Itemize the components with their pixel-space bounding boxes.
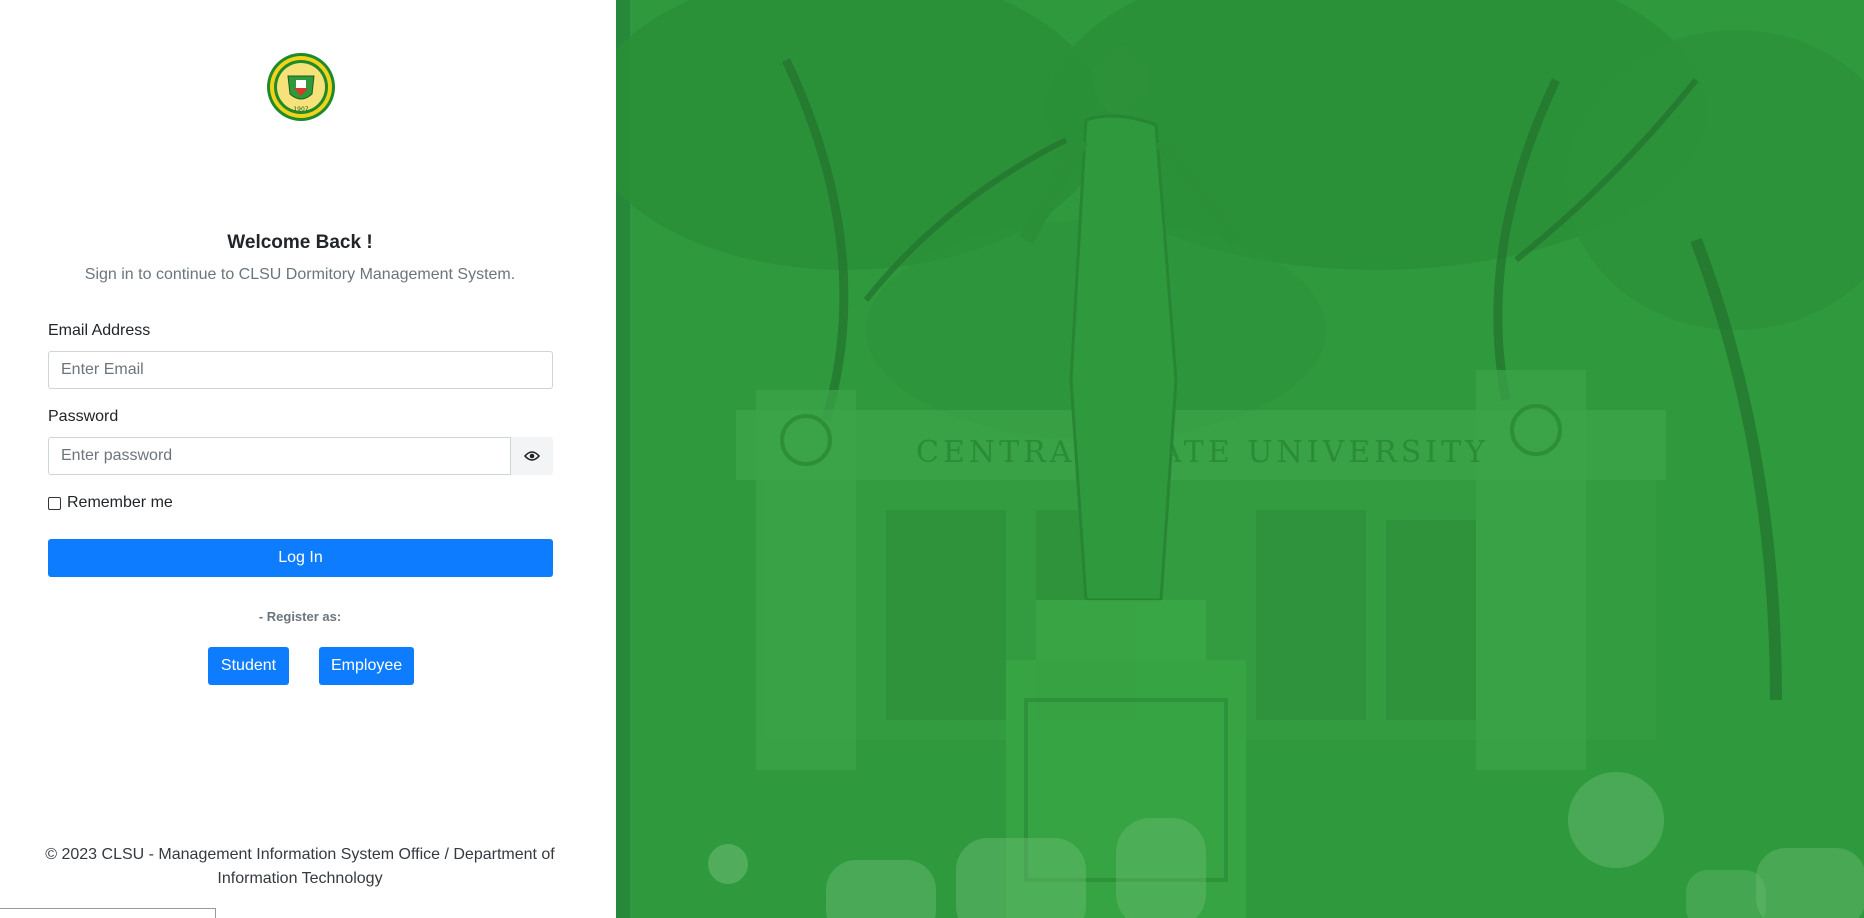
remember-me[interactable]: Remember me <box>48 494 173 512</box>
password-label: Password <box>48 408 119 425</box>
remember-label: Remember me <box>67 494 173 511</box>
password-toggle-button[interactable] <box>511 437 553 475</box>
password-field[interactable] <box>48 437 511 475</box>
login-page: 1907 Welcome Back ! Sign in to continue … <box>0 0 1864 918</box>
footer-copyright: © 2023 CLSU - Management Information Sys… <box>45 846 555 887</box>
register-student-button[interactable]: Student <box>208 647 289 685</box>
login-button[interactable]: Log In <box>48 539 553 577</box>
register-as-label: - Register as: <box>258 609 342 624</box>
page-title: Welcome Back ! <box>227 232 373 253</box>
page-subtitle: Sign in to continue to CLSU Dormitory Ma… <box>84 266 516 283</box>
clsu-seal-logo: 1907 <box>266 52 336 122</box>
eye-icon <box>524 450 540 462</box>
svg-text:CENTRAL STATE UNIVERSITY: CENTRAL STATE UNIVERSITY <box>916 435 1489 470</box>
footer-box <box>0 908 216 918</box>
email-label: Email Address <box>48 322 151 339</box>
remember-checkbox[interactable] <box>48 496 61 510</box>
svg-text:1907: 1907 <box>293 106 308 113</box>
email-field[interactable] <box>48 351 553 389</box>
hero-image: CENTRAL STATE UNIVERSITY <box>616 0 1864 918</box>
hero-illustration: CENTRAL STATE UNIVERSITY <box>616 0 1864 918</box>
auth-panel: 1907 Welcome Back ! Sign in to continue … <box>0 0 616 918</box>
register-employee-button[interactable]: Employee <box>319 647 414 685</box>
